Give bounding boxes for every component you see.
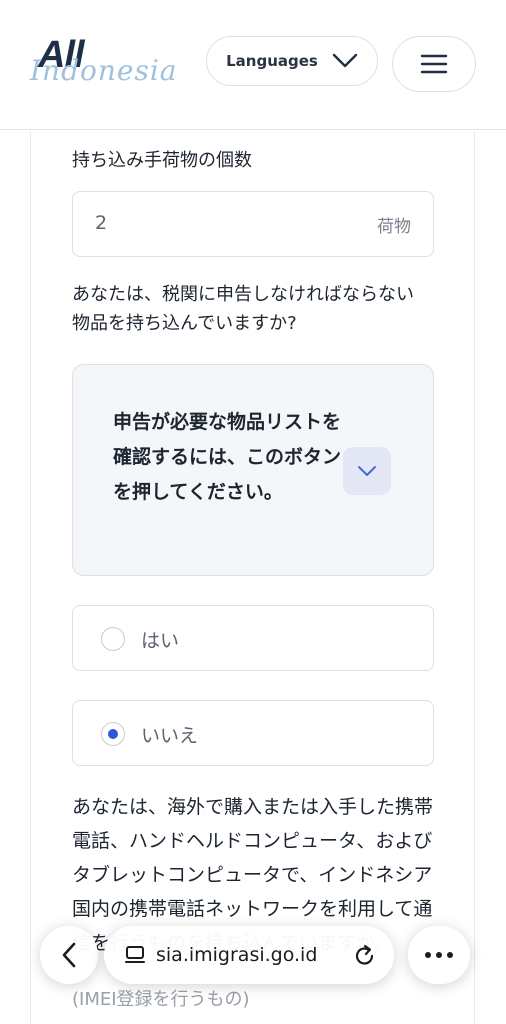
browser-more-button[interactable] [408, 926, 470, 984]
baggage-unit-suffix: 荷物 [377, 217, 411, 237]
languages-label: Languages [226, 52, 318, 70]
browser-back-button[interactable] [40, 926, 98, 984]
info-box-text: 申告が必要な物品リストを確認するには、このボタンを押してください。 [113, 411, 342, 503]
url-text: sia.imigrasi.go.id [156, 944, 318, 966]
radio-yes-label: はい [141, 630, 180, 652]
customs-question-line2: 物品を持ち込んでいますか? [72, 313, 297, 334]
chevron-left-icon [62, 942, 76, 968]
declarable-items-info-box: 申告が必要な物品リストを確認するには、このボタンを押してください。 [72, 364, 434, 576]
all-indonesia-logo[interactable]: All Indonesia [30, 34, 180, 94]
radio-option-yes[interactable]: はい [72, 605, 434, 671]
more-dots-icon [424, 951, 454, 959]
baggage-count-value: 2 [95, 212, 108, 234]
reader-mode-icon[interactable] [124, 945, 146, 965]
hamburger-menu-button[interactable] [392, 36, 476, 92]
chevron-down-icon [332, 53, 358, 69]
radio-no-circle[interactable] [101, 722, 125, 746]
site-header: All Indonesia Languages [0, 0, 506, 130]
radio-no-label: いいえ [141, 725, 199, 747]
logo-text-indonesia: Indonesia [30, 54, 178, 87]
languages-button[interactable]: Languages [206, 36, 378, 86]
reload-icon[interactable] [354, 943, 376, 967]
baggage-count-input[interactable]: 2 荷物 [72, 191, 434, 257]
baggage-count-label: 持ち込み手荷物の個数 [72, 150, 252, 171]
browser-url-bar[interactable]: sia.imigrasi.go.id [104, 926, 394, 984]
device-question-tail: (IMEI登録を行うもの) [72, 989, 250, 1010]
radio-yes-circle[interactable] [101, 627, 125, 651]
hamburger-icon [420, 54, 448, 74]
content-border-left [30, 131, 31, 1024]
expand-items-list-button[interactable] [343, 447, 391, 495]
customs-question-line1: あなたは、税関に申告しなければならない [72, 284, 414, 305]
radio-option-no[interactable]: いいえ [72, 700, 434, 766]
content-border-right [474, 131, 475, 1024]
chevron-down-icon [357, 465, 377, 477]
